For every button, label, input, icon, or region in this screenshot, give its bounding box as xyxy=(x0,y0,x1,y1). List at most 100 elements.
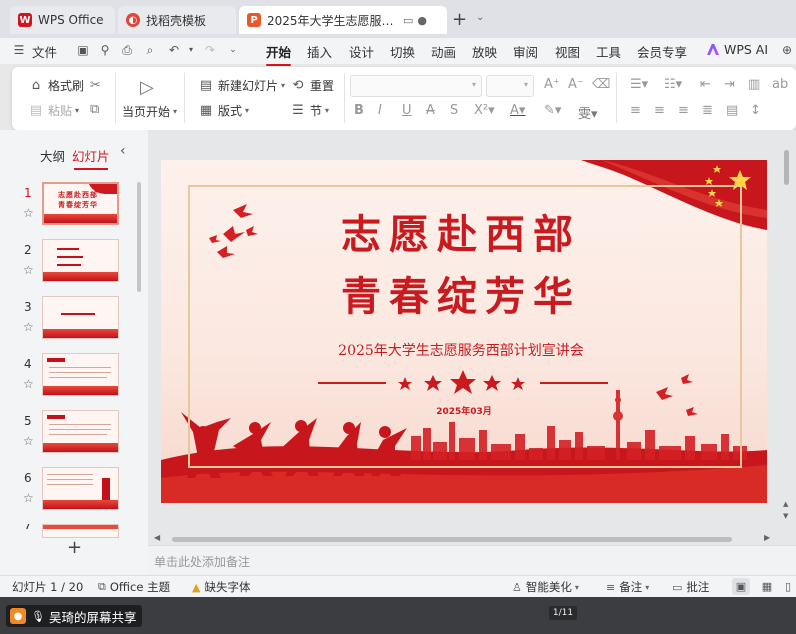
thumbnail-row[interactable]: 3 ☆ xyxy=(0,296,140,346)
slide-subtitle[interactable]: 2025年大学生志愿服务西部计划宣讲会 xyxy=(271,340,651,360)
star-icon[interactable]: ☆ xyxy=(23,377,34,391)
menu-review[interactable]: 审阅 xyxy=(513,42,538,61)
comments-button[interactable]: ▭ 批注 xyxy=(672,579,709,595)
print-icon[interactable]: ⎙ xyxy=(120,43,134,57)
slide-canvas[interactable]: 志愿赴西部 青春绽芳华 2025年大学生志愿服务西部计划宣讲会 2025年03月 xyxy=(161,160,767,503)
redo-icon[interactable]: ↷ xyxy=(203,43,217,57)
menu-wps-ai[interactable]: WPS AI xyxy=(707,42,768,57)
star-icon[interactable]: ☆ xyxy=(23,491,34,505)
undo-dropdown-icon[interactable]: ▾ xyxy=(184,43,198,57)
numbering-icon[interactable]: ☷▾ xyxy=(664,77,682,92)
scrollbar-thumb[interactable] xyxy=(172,537,732,542)
chevron-down-icon[interactable]: ⌄ xyxy=(226,43,240,57)
thumbnail-row[interactable]: 6 ☆ xyxy=(0,467,140,517)
save-icon[interactable]: ▣ xyxy=(76,43,90,57)
format-painter-button[interactable]: ⌂ 格式刷 xyxy=(28,77,84,94)
more-icon[interactable]: ⊕ xyxy=(780,43,794,57)
align-right-icon[interactable]: ≡ xyxy=(678,103,689,118)
copy-icon[interactable]: ⧉ xyxy=(90,102,99,117)
screen-mirror-icon[interactable]: ▭ xyxy=(403,14,413,27)
menu-tools[interactable]: 工具 xyxy=(596,42,621,61)
layout-button[interactable]: ▦ 版式 ▾ xyxy=(198,102,249,119)
start-from-current-button[interactable]: 当页开始 ▾ xyxy=(122,103,177,120)
print-preview-icon[interactable]: ⌕ xyxy=(143,43,157,57)
normal-view-button[interactable]: ▣ xyxy=(732,578,750,595)
menu-design[interactable]: 设计 xyxy=(349,42,374,61)
notes-pane[interactable]: 单击此处添加备注 xyxy=(148,545,796,575)
slide-thumbnail[interactable]: 志愿赴西部 青春绽芳华 xyxy=(42,182,119,225)
slide-thumbnail[interactable] xyxy=(42,353,119,396)
distributed-icon[interactable]: ▤ xyxy=(726,103,738,118)
highlight-icon[interactable]: ✎▾ xyxy=(544,103,561,118)
chevron-down-icon[interactable]: ⌄ xyxy=(476,12,484,23)
clear-format-icon[interactable]: ⌫ xyxy=(592,77,610,92)
thumbnail-row[interactable]: 2 ☆ xyxy=(0,239,140,289)
menu-view[interactable]: 视图 xyxy=(555,42,580,61)
new-tab-button[interactable]: + xyxy=(452,9,467,30)
scroll-right-icon[interactable]: ▶ xyxy=(764,533,770,542)
scroll-up-icon[interactable]: ▲ xyxy=(783,500,788,508)
char-spacing-icon[interactable]: 雯▾ xyxy=(578,103,598,122)
share-link-icon[interactable]: ⚲ xyxy=(98,43,112,57)
justify-icon[interactable]: ≣ xyxy=(702,103,713,118)
slide-title-line1[interactable]: 志愿赴西部 xyxy=(261,202,661,260)
cut-icon[interactable]: ✂ xyxy=(90,78,101,93)
theme-indicator[interactable]: ⧉ Office 主题 xyxy=(98,579,170,595)
star-icon[interactable]: ☆ xyxy=(23,434,34,448)
star-icon[interactable]: ☆ xyxy=(23,206,34,220)
scroll-down-icon[interactable]: ▼ xyxy=(783,512,788,520)
superscript-icon[interactable]: X²▾ xyxy=(474,103,495,118)
horizontal-scrollbar[interactable]: ◀ ▶ xyxy=(152,533,777,545)
text-direction-icon[interactable]: ab xyxy=(772,77,788,92)
add-slide-button[interactable]: + xyxy=(67,537,82,558)
undo-icon[interactable]: ↶ xyxy=(167,43,181,57)
increase-font-icon[interactable]: A⁺ xyxy=(544,77,560,92)
thumbnail-row[interactable]: 1 ☆ 志愿赴西部 青春绽芳华 xyxy=(0,182,140,232)
thumbnail-row[interactable]: 7 xyxy=(0,524,140,538)
font-color-icon[interactable]: A▾ xyxy=(510,103,525,118)
menu-home[interactable]: 开始 xyxy=(266,42,292,66)
menu-slideshow[interactable]: 放映 xyxy=(472,42,497,61)
line-spacing-icon[interactable]: ↕ xyxy=(750,103,761,118)
hamburger-icon[interactable]: ☰ xyxy=(12,43,26,57)
paste-button[interactable]: ▤ 粘贴 ▾ xyxy=(28,102,79,119)
slide-thumbnail[interactable] xyxy=(42,239,119,282)
thumbnail-row[interactable]: 4 ☆ xyxy=(0,353,140,403)
font-size-select[interactable]: ▾ xyxy=(486,75,534,97)
increase-indent-icon[interactable]: ⇥ xyxy=(724,77,735,92)
bold-icon[interactable]: B xyxy=(354,103,364,118)
slide-thumbnail[interactable] xyxy=(42,296,119,339)
play-from-current-icon[interactable]: ▷ xyxy=(140,77,154,98)
vertical-scrollbar[interactable]: ▲ ▼ xyxy=(780,140,794,535)
menu-animations[interactable]: 动画 xyxy=(431,42,456,61)
slide-date[interactable]: 2025年03月 xyxy=(411,404,517,417)
shadow-icon[interactable]: S xyxy=(450,103,458,118)
bullets-icon[interactable]: ☰▾ xyxy=(630,77,648,92)
smart-beautify-button[interactable]: ♙ 智能美化 ▾ xyxy=(512,579,579,595)
align-left-icon[interactable]: ≡ xyxy=(630,103,641,118)
menu-file[interactable]: 文件 xyxy=(32,42,57,61)
tab-wps-office[interactable]: W WPS Office xyxy=(10,6,115,34)
menu-member[interactable]: 会员专享 xyxy=(637,42,687,61)
notes-placeholder[interactable]: 单击此处添加备注 xyxy=(154,553,250,570)
unsaved-dot-icon[interactable]: ● xyxy=(417,14,427,27)
missing-font-indicator[interactable]: ▲ 缺失字体 xyxy=(192,579,250,595)
slide-thumbnail[interactable] xyxy=(42,410,119,453)
slide-thumbnail[interactable] xyxy=(42,467,119,510)
menu-transitions[interactable]: 切换 xyxy=(390,42,415,61)
italic-icon[interactable]: I xyxy=(378,103,382,118)
notes-toggle-button[interactable]: ≡ 备注 ▾ xyxy=(606,579,649,595)
star-icon[interactable]: ☆ xyxy=(23,320,34,334)
scroll-left-icon[interactable]: ◀ xyxy=(154,533,160,542)
reset-button[interactable]: ⟲ 重置 xyxy=(290,77,334,94)
align-center-icon[interactable]: ≡ xyxy=(654,103,665,118)
decrease-indent-icon[interactable]: ⇤ xyxy=(700,77,711,92)
slide-title-line2[interactable]: 青春绽芳华 xyxy=(261,264,661,322)
tab-presentation[interactable]: P 2025年大学生志愿服务西部计划宣讲会 ▭ ● xyxy=(239,6,447,34)
tab-docer-templates[interactable]: ◐ 找稻壳模板 xyxy=(118,6,236,34)
font-family-select[interactable]: ▾ xyxy=(350,75,482,97)
new-slide-button[interactable]: ▤ 新建幻灯片 ▾ xyxy=(198,77,285,94)
tab-outline[interactable]: 大纲 xyxy=(40,146,65,165)
strikethrough-icon[interactable]: A xyxy=(426,103,435,118)
scrollbar-thumb[interactable] xyxy=(784,150,789,185)
